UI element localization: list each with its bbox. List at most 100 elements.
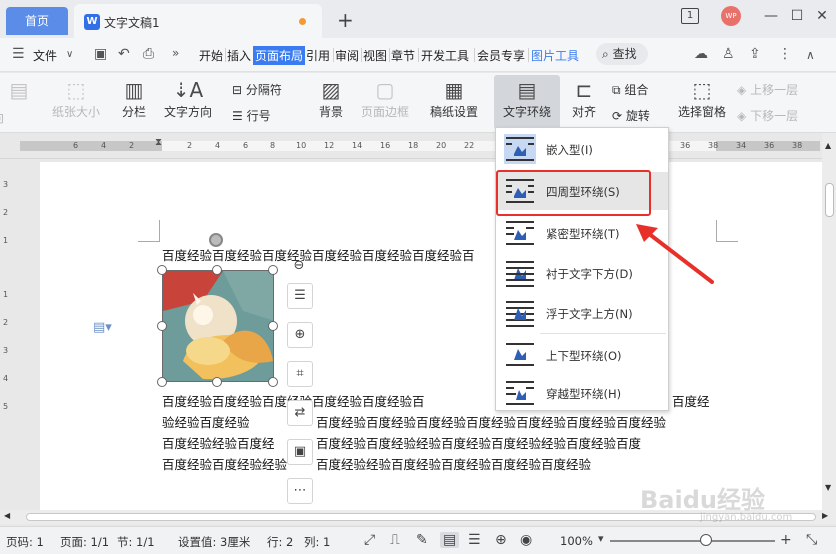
vertical-scrollbar[interactable]: ▲ ▼ xyxy=(822,133,836,510)
status-setting[interactable]: 设置值: 3厘米 xyxy=(178,534,250,550)
text-line-3[interactable]: 验经验百度经验 xyxy=(162,412,250,431)
eye-protect-icon[interactable]: ◉ xyxy=(520,532,532,548)
menu-view[interactable]: 视图 xyxy=(363,47,387,64)
menu-section[interactable]: 章节 xyxy=(391,47,415,64)
close-button[interactable]: ✕ xyxy=(814,8,830,24)
horizontal-ruler[interactable]: 6 4 2 2 4 6 8 10 12 14 16 18 20 22 36 38… xyxy=(0,133,836,159)
read-mode-icon[interactable]: ⎍ xyxy=(390,532,400,548)
zoom-out-icon[interactable]: ▾ xyxy=(598,532,604,545)
menu-start[interactable]: 开始 xyxy=(199,47,223,64)
rotate-button[interactable]: ⟳ 旋转 xyxy=(612,107,650,124)
resize-handle[interactable] xyxy=(212,377,222,387)
text-line-4-mid[interactable]: 百度经验百度经验经验百度经验百度经验经验百度经验百度 xyxy=(316,433,641,452)
new-tab-button[interactable]: + xyxy=(337,8,354,32)
scroll-up-icon[interactable]: ▲ xyxy=(825,141,831,150)
zoom-slider-knob[interactable] xyxy=(700,534,712,546)
bring-forward-button[interactable]: ◈ 上移一层 xyxy=(737,81,798,98)
fullscreen-icon[interactable]: ⤢ xyxy=(364,532,375,548)
menu-reference[interactable]: 引用 xyxy=(306,47,330,64)
menu-insert[interactable]: 插入 xyxy=(227,47,251,64)
menu-member[interactable]: 会员专享 xyxy=(477,47,525,64)
resize-handle[interactable] xyxy=(157,321,167,331)
ribbon-text-direction[interactable]: ⇣A 文字方向 xyxy=(161,77,215,120)
edit-mode-icon[interactable]: ✎ xyxy=(416,532,428,548)
indent-marker-icon[interactable]: ⧗ xyxy=(155,137,162,148)
menu-file[interactable]: 文件 xyxy=(33,47,57,64)
ribbon-background[interactable]: ▨ 背景 xyxy=(312,77,350,120)
collapse-ribbon-icon[interactable]: ∧ xyxy=(806,48,815,62)
ribbon-columns[interactable]: ▥ 分栏 xyxy=(114,77,154,120)
tab-home[interactable]: 首页 xyxy=(6,7,68,35)
ribbon-selection-pane[interactable]: ⬚ 选择窗格 xyxy=(676,77,728,120)
zoom-slider[interactable] xyxy=(610,540,775,542)
tab-document[interactable]: W 文字文稿1 xyxy=(74,4,322,38)
cloud-icon[interactable]: ☁ xyxy=(694,46,708,62)
more-options-icon[interactable]: ⋯ xyxy=(287,478,313,504)
crop-icon[interactable]: ⌗ xyxy=(287,361,313,387)
resize-handle[interactable] xyxy=(157,377,167,387)
vertical-scroll-thumb[interactable] xyxy=(825,183,834,217)
zoom-in-button-icon[interactable]: + xyxy=(780,532,792,548)
scroll-left-icon[interactable]: ◀ xyxy=(4,511,10,520)
web-view-icon[interactable]: ⊕ xyxy=(495,532,507,548)
resize-handle[interactable] xyxy=(157,265,167,275)
window-count-badge[interactable]: 1 xyxy=(681,8,699,24)
more-icon[interactable]: ⋮ xyxy=(778,46,792,62)
selected-image[interactable] xyxy=(162,270,274,382)
vertical-ruler[interactable]: 3 2 1 1 2 3 4 5 xyxy=(0,160,14,510)
line-number-button[interactable]: ☰ 行号 xyxy=(232,107,271,124)
rotate-handle[interactable] xyxy=(209,233,223,247)
outline-view-icon[interactable]: ☰ xyxy=(468,532,481,548)
wrap-inline-option[interactable]: 嵌入型(I) xyxy=(496,130,668,168)
menu-page-layout[interactable]: 页面布局 xyxy=(253,46,306,65)
wrap-layout-icon[interactable]: ☰ xyxy=(287,283,313,309)
menu-review[interactable]: 审阅 xyxy=(335,47,359,64)
avatar[interactable]: WP xyxy=(721,6,741,26)
print-icon[interactable]: ⎙ xyxy=(143,46,154,62)
group-button[interactable]: ⧉ 组合 xyxy=(612,81,648,98)
status-page[interactable]: 页面: 1/1 xyxy=(60,534,109,550)
ribbon-manuscript[interactable]: ▦ 稿纸设置 xyxy=(427,77,481,120)
resize-handle[interactable] xyxy=(268,321,278,331)
send-backward-button[interactable]: ◈ 下移一层 xyxy=(737,107,798,124)
save-icon[interactable]: ▣ xyxy=(94,46,107,62)
menu-developer[interactable]: 开发工具 xyxy=(421,47,469,64)
status-section[interactable]: 节: 1/1 xyxy=(117,534,155,550)
text-line-4[interactable]: 百度经验经验百度经 xyxy=(162,433,275,452)
text-line-1[interactable]: 百度经验百度经验百度经验百度经验百度经验百度经验百 xyxy=(162,245,475,264)
maximize-button[interactable]: ☐ xyxy=(789,8,805,24)
scroll-right-icon[interactable]: ▶ xyxy=(822,511,828,520)
collaborate-icon[interactable]: ♙ xyxy=(722,46,735,62)
undo-icon[interactable]: ↶ xyxy=(118,46,130,62)
wrap-through-option[interactable]: 穿越型环绕(H) xyxy=(496,374,668,412)
resize-handle[interactable] xyxy=(212,265,222,275)
ribbon-page-border[interactable]: ▢ 页面边框 xyxy=(358,77,412,120)
fit-window-icon[interactable]: ⤡ xyxy=(806,532,817,548)
ribbon-paper-size[interactable]: ⬚ 纸张大小 xyxy=(48,77,104,120)
separator-button[interactable]: ⊟ 分隔符 xyxy=(232,81,282,98)
scroll-down-icon[interactable]: ▼ xyxy=(825,483,831,492)
share-icon[interactable]: ⇪ xyxy=(749,46,761,62)
text-line-5[interactable]: 百度经验百度经验经验 xyxy=(162,454,287,473)
ribbon-align[interactable]: ⊏ 对齐 xyxy=(566,77,602,120)
page-view-icon[interactable]: ▤ xyxy=(440,532,460,548)
wrap-top-bottom-option[interactable]: 上下型环绕(O) xyxy=(496,336,668,374)
menu-picture-tools[interactable]: 图片工具 xyxy=(531,47,579,64)
ribbon-text-wrap[interactable]: ▤ 文字环绕 xyxy=(494,75,560,129)
status-col[interactable]: 列: 1 xyxy=(304,534,330,550)
minimize-button[interactable]: — xyxy=(763,8,779,24)
zoom-level[interactable]: 100% xyxy=(560,534,593,548)
zoom-in-icon[interactable]: ⊕ xyxy=(287,322,313,348)
collapse-float-icon[interactable]: ⊖ xyxy=(289,258,309,276)
text-line-3-mid[interactable]: 百度经验百度经验百度经验百度经验百度经验百度经验百度经验 xyxy=(316,412,666,431)
wrap-front-option[interactable]: 浮于文字上方(N) xyxy=(496,294,668,332)
resize-handle[interactable] xyxy=(268,377,278,387)
document-outline-icon[interactable]: ▤▾ xyxy=(93,320,112,335)
more-arrows-icon[interactable]: » xyxy=(172,46,179,60)
hamburger-icon[interactable]: ☰ xyxy=(12,46,25,62)
text-line-2-right[interactable]: 百度经 xyxy=(672,391,710,410)
image-text-icon[interactable]: ▣ xyxy=(287,439,313,465)
status-page-code[interactable]: 页码: 1 xyxy=(6,534,44,550)
ribbon-margins[interactable]: ▤ 方向 xyxy=(0,77,38,125)
chevron-down-icon[interactable]: ∨ xyxy=(66,49,73,60)
